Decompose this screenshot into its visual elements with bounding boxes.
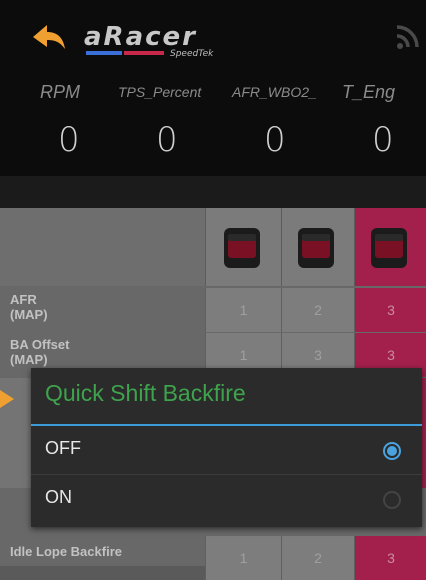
gauge-label-afr: AFR_WBO2_ — [232, 84, 317, 100]
gauge-label-teng: T_Eng — [342, 82, 396, 102]
table-cell[interactable]: 1 — [205, 288, 281, 332]
gauge-value-teng: 0 — [372, 120, 394, 160]
gauge-value-rpm: 0 — [58, 120, 80, 160]
device-icon — [298, 228, 334, 268]
table-cell[interactable]: 2 — [281, 536, 354, 580]
table-cell[interactable]: 3 — [354, 288, 426, 332]
gauge-label-tps: TPS_Percent — [118, 84, 202, 100]
table-cell[interactable]: 1 — [205, 536, 281, 580]
option-label: ON — [45, 487, 72, 507]
gauge-panel: RPM TPS_Percent AFR_WBO2_ T_Eng 0 0 0 0 — [0, 72, 426, 176]
header-cell-3 — [354, 208, 426, 286]
quick-shift-backfire-dialog: Quick Shift Backfire OFF ON — [31, 368, 422, 527]
option-label: OFF — [45, 438, 81, 458]
gauge-value-tps: 0 — [156, 120, 178, 160]
row-label: Idle Lope Backfire — [10, 544, 122, 559]
device-icon — [371, 228, 407, 268]
option-off[interactable]: OFF — [31, 426, 422, 474]
wifi-icon[interactable] — [394, 22, 422, 52]
table-row[interactable]: Idle Lope Backfire 1 2 3 — [0, 536, 426, 580]
back-arrow-icon[interactable] — [31, 23, 67, 55]
aracer-logo: aRacer SpeedTek — [84, 22, 234, 62]
header-cell-2 — [281, 208, 354, 286]
table-cell[interactable]: 2 — [281, 288, 354, 332]
radio-unselected-icon[interactable] — [383, 491, 401, 509]
logo-text: aRacer — [84, 22, 197, 52]
table-row[interactable]: AFR (MAP) 1 2 3 — [0, 288, 426, 332]
radio-selected-icon[interactable] — [385, 444, 399, 458]
device-icon — [224, 228, 260, 268]
option-on[interactable]: ON — [31, 475, 422, 523]
section-divider — [0, 176, 426, 208]
dialog-title: Quick Shift Backfire — [45, 380, 246, 406]
gauge-value-afr: 0 — [264, 120, 286, 160]
row-label: AFR (MAP) — [10, 292, 48, 322]
row-label: BA Offset (MAP) — [10, 337, 70, 367]
table-header — [0, 208, 426, 286]
logo-subtext: SpeedTek — [170, 49, 214, 59]
header-cell-1 — [205, 208, 281, 286]
orange-pointer-icon — [0, 390, 14, 408]
gauge-label-rpm: RPM — [40, 82, 80, 102]
top-bar: aRacer SpeedTek — [0, 0, 426, 72]
table-cell[interactable]: 3 — [354, 536, 426, 580]
